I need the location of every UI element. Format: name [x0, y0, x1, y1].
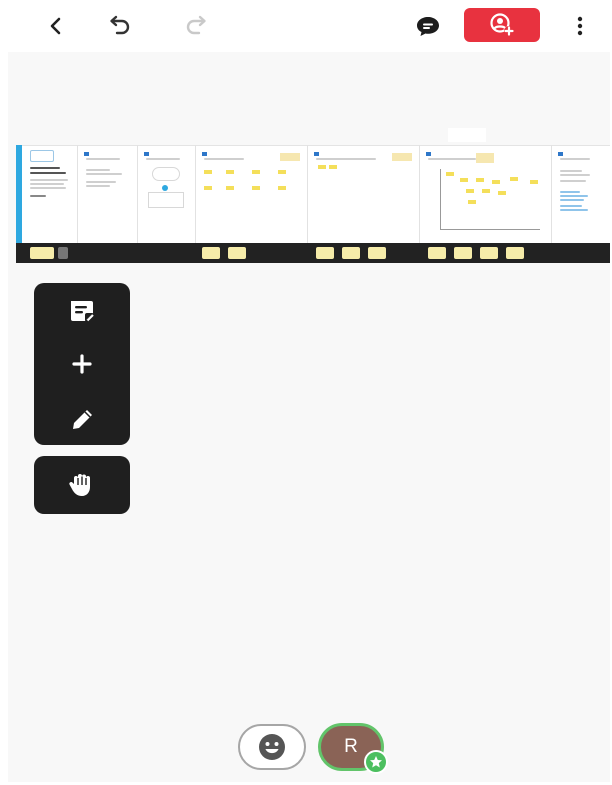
share-button[interactable]: [464, 8, 540, 42]
board-frame[interactable]: [308, 145, 420, 243]
owner-badge: [364, 750, 388, 774]
frame-chip[interactable]: [454, 247, 472, 259]
back-button[interactable]: [38, 8, 74, 44]
reactions-button[interactable]: [238, 724, 306, 770]
frame-chip[interactable]: [428, 247, 446, 259]
frame-chip[interactable]: [342, 247, 360, 259]
tool-palette: [34, 283, 130, 445]
board-frame[interactable]: [420, 145, 552, 243]
board-frame[interactable]: [138, 145, 196, 243]
chat-icon: [417, 17, 439, 36]
undo-button[interactable]: [102, 8, 138, 44]
top-toolbar: [0, 0, 612, 52]
chevron-left-icon: [50, 17, 61, 35]
board-frame[interactable]: [22, 145, 78, 243]
pen-icon: [73, 410, 92, 429]
plus-icon: [72, 354, 92, 374]
redo-icon: [186, 15, 206, 35]
sticky-note-icon: [71, 301, 94, 322]
avatar-initial: R: [344, 736, 358, 757]
hand-tool[interactable]: [62, 467, 102, 503]
hand-tool-panel: [34, 456, 130, 514]
board-frame[interactable]: [78, 145, 138, 243]
pen-tool[interactable]: [62, 400, 102, 436]
chat-button[interactable]: [410, 8, 446, 44]
star-icon: [370, 756, 382, 768]
smiley-icon: [259, 734, 285, 760]
sticky-note-tool[interactable]: [62, 293, 102, 329]
board-frame[interactable]: [552, 145, 610, 243]
redo-button[interactable]: [178, 8, 214, 44]
frame-chip[interactable]: [202, 247, 220, 259]
undo-icon: [110, 15, 130, 35]
frame-chip[interactable]: [228, 247, 246, 259]
frame-chip[interactable]: [316, 247, 334, 259]
hand-icon: [69, 474, 90, 496]
board-frame[interactable]: [196, 145, 308, 243]
frame-chip[interactable]: [368, 247, 386, 259]
more-vertical-icon: [577, 16, 583, 36]
frame-chip[interactable]: [480, 247, 498, 259]
frame-chip[interactable]: [30, 247, 54, 259]
more-options-button[interactable]: [562, 8, 598, 44]
frame-chip[interactable]: [506, 247, 524, 259]
frame-chip[interactable]: [58, 247, 68, 259]
add-tool[interactable]: [62, 346, 102, 382]
board-label: [448, 128, 486, 142]
add-user-icon: [490, 13, 514, 36]
